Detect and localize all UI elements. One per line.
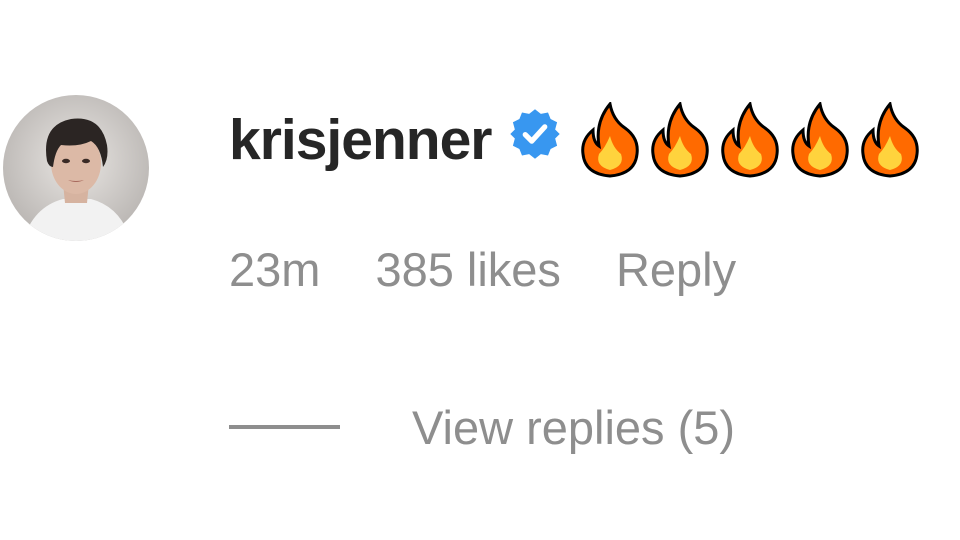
timestamp: 23m	[229, 242, 321, 296]
comment: krisjenner 23m 385 likes Reply View repl…	[0, 0, 960, 540]
avatar[interactable]	[3, 95, 149, 241]
comment-header: krisjenner	[229, 98, 923, 182]
likes-count-button[interactable]: 385 likes	[375, 242, 561, 297]
fire-emoji-icon	[577, 100, 643, 178]
view-replies-button[interactable]: View replies (5)	[229, 395, 735, 459]
comment-meta: 23m 385 likes Reply	[229, 236, 736, 302]
reply-button[interactable]: Reply	[616, 242, 736, 297]
fire-emoji-icon	[787, 100, 853, 178]
fire-emoji-icon	[647, 100, 713, 178]
username-link[interactable]: krisjenner	[229, 107, 492, 173]
verified-badge-icon	[509, 108, 561, 160]
fire-emoji-icon	[857, 100, 923, 178]
view-replies-label: View replies (5)	[412, 400, 736, 454]
comment-text	[577, 100, 923, 178]
replies-divider-line	[229, 425, 340, 429]
fire-emoji-icon	[717, 100, 783, 178]
